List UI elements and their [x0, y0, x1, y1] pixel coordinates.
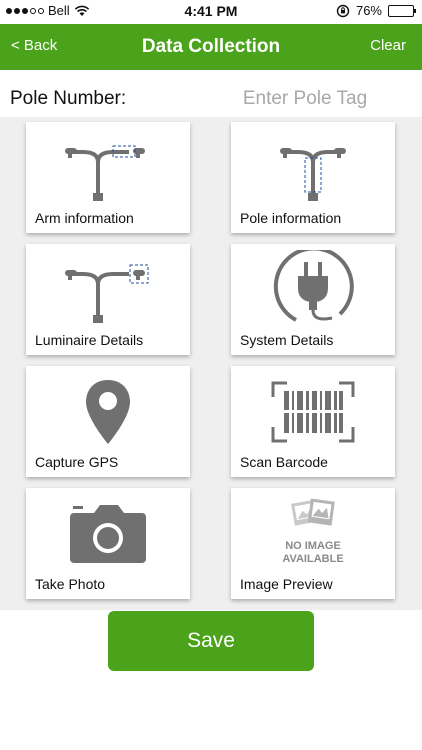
tile-label: Capture GPS: [35, 454, 119, 470]
tile-capture-gps[interactable]: Capture GPS: [26, 366, 190, 477]
streetlight-luminaire-icon: [26, 250, 190, 330]
pole-number-label: Pole Number:: [10, 88, 127, 109]
tile-arm-information[interactable]: Arm information: [26, 122, 190, 233]
battery-percent: 76%: [355, 3, 382, 18]
tile-label: Arm information: [35, 210, 134, 226]
battery-info: 76%: [336, 3, 416, 18]
streetlight-pole-icon: [231, 128, 395, 208]
back-button[interactable]: < Back: [11, 37, 57, 54]
status-bar: Bell 4:41 PM 76%: [0, 0, 422, 24]
battery-icon: [388, 4, 416, 17]
tile-label: System Details: [240, 332, 334, 348]
streetlight-arm-icon: [26, 128, 190, 208]
barcode-scan-icon: [231, 372, 395, 452]
tile-label: Take Photo: [35, 576, 106, 592]
no-image-placeholder-icon: NO IMAGE AVAILABLE: [231, 494, 395, 574]
tile-luminaire-details[interactable]: Luminaire Details: [26, 244, 190, 355]
no-image-line2: AVAILABLE: [282, 553, 343, 565]
clear-button[interactable]: Clear: [370, 37, 406, 54]
tile-label: Luminaire Details: [35, 332, 144, 348]
tile-label: Pole information: [240, 210, 342, 226]
power-plug-icon: [231, 250, 395, 330]
orientation-lock-icon: [336, 4, 350, 17]
tile-system-details[interactable]: System Details: [231, 244, 395, 355]
nav-bar: < Back Data Collection Clear: [0, 24, 422, 70]
tile-label: Scan Barcode: [240, 454, 328, 470]
camera-icon: [26, 494, 190, 574]
page-title: Data Collection: [141, 36, 281, 57]
tile-scan-barcode[interactable]: Scan Barcode: [231, 366, 395, 477]
tile-pole-information[interactable]: Pole information: [231, 122, 395, 233]
map-pin-icon: [26, 372, 190, 452]
tile-take-photo[interactable]: Take Photo: [26, 488, 190, 599]
tile-image-preview[interactable]: NO IMAGE AVAILABLE Image Preview: [231, 488, 395, 599]
pole-tag-input[interactable]: [196, 84, 414, 114]
pole-number-row: Pole Number:: [0, 82, 422, 116]
no-image-line1: NO IMAGE: [285, 540, 341, 552]
save-button[interactable]: Save: [108, 611, 314, 671]
tile-label: Image Preview: [240, 576, 333, 592]
